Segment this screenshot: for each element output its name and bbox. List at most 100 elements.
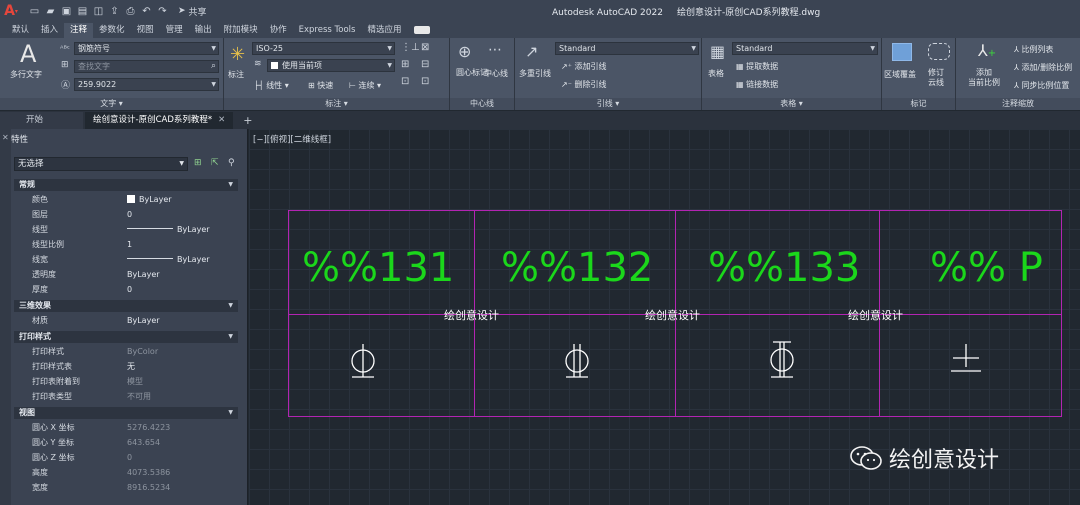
autocad-logo-icon[interactable]: A ▾: [0, 0, 22, 22]
property-row[interactable]: 透明度 ByLayer: [14, 267, 238, 282]
viewport-controls[interactable]: [−][俯视][二维线框]: [253, 133, 331, 145]
drawing-canvas[interactable]: [−][俯视][二维线框] %%131 %%132 %%133 %% P 绘创意…: [249, 129, 1080, 505]
quick-dim-button[interactable]: ⊞ 快速: [308, 80, 333, 91]
leader-panel-title[interactable]: 引线 ▾: [515, 98, 701, 110]
dim-tool-1-icon[interactable]: ⋮⊥: [401, 42, 420, 53]
quick-select-icon[interactable]: ⚲: [228, 158, 240, 170]
leader-style-combo[interactable]: Standard ▼: [555, 42, 699, 55]
add-delete-scale-button[interactable]: ⅄ 添加/删除比例: [1014, 62, 1072, 73]
ribbon-tabs: 默认 插入 注释 参数化 视图 管理 输出 附加模块 协作 Express Tools 精选应用: [0, 22, 1080, 38]
close-icon[interactable]: ✕: [218, 115, 225, 125]
property-row[interactable]: 材质 ByLayer: [14, 313, 238, 328]
dim-tool-5-icon[interactable]: ⊡: [401, 76, 409, 87]
text-panel-title[interactable]: 文字 ▾: [0, 98, 223, 110]
table-button[interactable]: 表格: [708, 68, 724, 79]
sync-scale-icon: ⅄: [1014, 81, 1019, 90]
link-data-button[interactable]: ▦ 链接数据: [736, 79, 778, 90]
ribbon-tab[interactable]: 默认: [6, 23, 35, 38]
scale-list-button[interactable]: ⅄ 比例列表: [1014, 44, 1053, 55]
save-icon[interactable]: ▣: [60, 5, 73, 18]
ribbon-tab[interactable]: 输出: [189, 23, 218, 38]
table-panel-title[interactable]: 表格 ▾: [702, 98, 881, 110]
property-row[interactable]: 线型比例 1: [14, 237, 238, 252]
property-row[interactable]: 线宽 ByLayer: [14, 252, 238, 267]
centerline-button[interactable]: 中心线: [484, 68, 508, 79]
extract-data-button[interactable]: ▦ 提取数据: [736, 61, 778, 72]
selection-combo[interactable]: 无选择 ▼: [14, 157, 188, 171]
property-row[interactable]: 打印样式 ByColor: [14, 344, 238, 359]
property-row[interactable]: 厚度 0: [14, 282, 238, 297]
new-file-icon[interactable]: ▭: [28, 5, 41, 18]
undo-icon[interactable]: ↶: [140, 5, 153, 18]
mtext-button[interactable]: 多行文字: [10, 69, 42, 80]
sync-scale-button[interactable]: ⅄ 同步比例位置: [1014, 80, 1069, 91]
drawing-tab[interactable]: 绘创意设计-原创CAD系列教程* ✕: [85, 112, 234, 129]
ribbon-tab[interactable]: 视图: [131, 23, 160, 38]
property-row[interactable]: 图层 0: [14, 207, 238, 222]
dim-tool-2-icon[interactable]: ⊠: [421, 42, 429, 53]
dim-tool-3-icon[interactable]: ⊞: [401, 59, 409, 70]
text-style-combo[interactable]: 钢筋符号 ▼: [74, 42, 219, 55]
share-button[interactable]: ➤ 共享: [178, 5, 207, 18]
add-leader-button[interactable]: ↗⁺ 添加引线: [561, 61, 606, 72]
ribbon-tab[interactable]: 附加模块: [218, 23, 264, 38]
wipeout-button[interactable]: 区域覆盖: [884, 69, 916, 80]
property-section-header[interactable]: 视图 ▼: [14, 407, 238, 419]
search-icon[interactable]: ⌕: [211, 61, 216, 72]
property-section-header[interactable]: 三维效果 ▼: [14, 300, 238, 312]
ribbon-tab[interactable]: 注释: [64, 23, 94, 38]
open-folder-icon[interactable]: ▰: [44, 5, 57, 18]
property-row[interactable]: 圆心 Y 坐标 643.654: [14, 435, 238, 450]
continue-dim-button[interactable]: ⊢ 连续 ▾: [349, 80, 381, 91]
dim-tool-4-icon[interactable]: ⊟: [421, 59, 429, 70]
dim-tool-6-icon[interactable]: ⊡: [421, 76, 429, 87]
ribbon-tab[interactable]: Express Tools: [293, 23, 362, 38]
property-row[interactable]: 宽度 8916.5234: [14, 480, 238, 495]
palette-strip[interactable]: [0, 129, 11, 505]
toggle-pickadd-icon[interactable]: ⊞: [194, 158, 206, 170]
table-style-combo[interactable]: Standard ▼: [732, 42, 878, 55]
property-row[interactable]: 圆心 X 坐标 5276.4223: [14, 420, 238, 435]
close-icon[interactable]: ✕: [2, 133, 9, 142]
chevron-down-icon: ▼: [228, 181, 233, 188]
dim-style-combo[interactable]: ISO-25 ▼: [252, 42, 395, 55]
dimension-panel: ✳ 标注 ISO-25 ▼ ≋ 使用当前项 ▼ ├┤ 线性 ▾ ⊞ 快速 ⊢ 连续 …: [224, 38, 450, 110]
redo-icon[interactable]: ↷: [156, 5, 169, 18]
ribbon-tab[interactable]: 协作: [264, 23, 293, 38]
chevron-down-icon: ▼: [211, 81, 216, 88]
property-key: 材质: [32, 316, 48, 325]
find-text-input[interactable]: 查找文字 ⌕: [74, 60, 219, 73]
select-objects-icon[interactable]: ⇱: [211, 158, 223, 170]
multileader-button[interactable]: 多重引线: [519, 68, 551, 79]
property-row[interactable]: 颜色 ByLayer: [14, 192, 238, 207]
dimension-button[interactable]: 标注: [228, 69, 244, 80]
property-row[interactable]: 打印表类型 不可用: [14, 389, 238, 404]
upload-icon[interactable]: ⇪: [108, 5, 121, 18]
property-section-header[interactable]: 常规 ▼: [14, 179, 238, 191]
property-row[interactable]: 圆心 Z 坐标 0: [14, 450, 238, 465]
linear-button[interactable]: ├┤ 线性 ▾: [254, 80, 289, 91]
add-current-scale-button[interactable]: 添加 当前比例: [968, 68, 1000, 88]
property-row[interactable]: 线型 ByLayer: [14, 222, 238, 237]
property-section-header[interactable]: 打印样式 ▼: [14, 331, 238, 343]
web-save-icon[interactable]: ◫: [92, 5, 105, 18]
save-as-icon[interactable]: ▤: [76, 5, 89, 18]
start-tab[interactable]: 开始: [0, 112, 84, 129]
dim-layer-combo[interactable]: 使用当前项 ▼: [267, 59, 395, 72]
more-tabs-toggle[interactable]: [413, 26, 430, 34]
new-tab-icon[interactable]: +: [235, 112, 260, 129]
ribbon-tab[interactable]: 管理: [160, 23, 189, 38]
add-delete-scale-icon: ⅄: [1014, 63, 1019, 72]
property-row[interactable]: 打印表附着到 模型: [14, 374, 238, 389]
print-icon[interactable]: ⎙: [124, 5, 137, 18]
remove-leader-button[interactable]: ↗⁻ 删除引线: [561, 79, 606, 90]
text-height-input[interactable]: 259.9022 ▼: [74, 78, 219, 91]
dimension-panel-title[interactable]: 标注 ▾: [224, 98, 449, 110]
ribbon-tab[interactable]: 精选应用: [361, 23, 407, 38]
ribbon-tab[interactable]: 参数化: [93, 23, 131, 38]
property-row[interactable]: 高度 4073.5386: [14, 465, 238, 480]
chevron-down-icon: ▼: [228, 333, 233, 340]
property-row[interactable]: 打印样式表 无: [14, 359, 238, 374]
ribbon-tab[interactable]: 插入: [35, 23, 64, 38]
revcloud-button[interactable]: 修订 云线: [928, 68, 944, 88]
